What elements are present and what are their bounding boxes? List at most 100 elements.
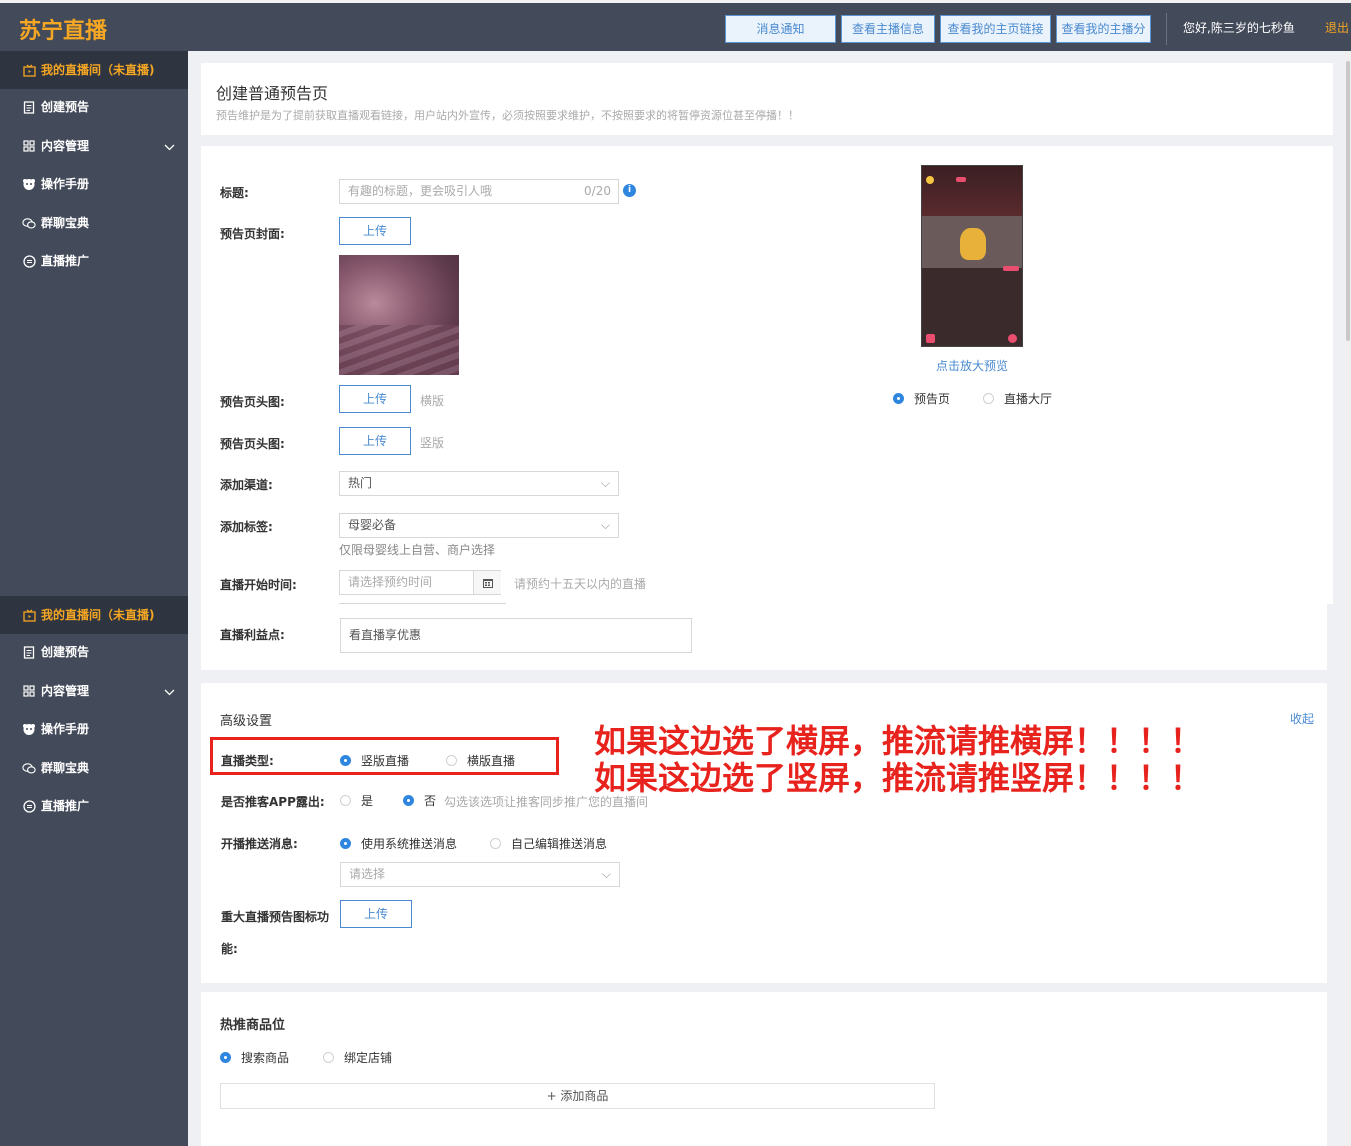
chevron-down-icon	[164, 128, 175, 166]
radio-label: 预告页	[914, 392, 951, 406]
chevron-down-icon: ⌵	[601, 867, 611, 881]
radio-label: 自己编辑推送消息	[511, 837, 608, 851]
add-product-button[interactable]: + 添加商品	[220, 1083, 935, 1109]
sidebar-item[interactable]: 内容管理	[0, 672, 188, 710]
chevron-down-icon: ⌵	[600, 518, 610, 532]
view-homepage-link-button[interactable]: 查看我的主页链接	[940, 15, 1051, 43]
head-image-h-label: 预告页头图:	[220, 395, 285, 409]
sidebar-item[interactable]: 群聊宝典	[0, 749, 188, 787]
sidebar-item[interactable]: 群聊宝典	[0, 204, 188, 242]
sidebar-item[interactable]: 创建预告	[0, 88, 188, 126]
hot-products-title: 热推商品位	[220, 1018, 286, 1033]
calendar-icon[interactable]	[473, 571, 501, 594]
radio-label: 绑定店铺	[344, 1051, 393, 1065]
push-message-label: 开播推送消息:	[221, 837, 298, 851]
user-greeting: 您好,陈三岁的七秒鱼	[1183, 21, 1295, 35]
chevron-down-icon	[164, 673, 175, 711]
sidebar-item-label: 我的直播间（未直播)	[41, 63, 155, 77]
logout-link[interactable]: 退出	[1325, 19, 1349, 36]
sidebar-item-label: 直播推广	[41, 254, 90, 268]
radio-icon	[340, 795, 351, 806]
head-image-h-hint: 横版	[420, 394, 445, 408]
sidebar-item-label: 创建预告	[41, 100, 90, 114]
major-live-label: 重大直播预告图标功	[221, 910, 330, 924]
top-header: 苏宁直播 消息通知 查看主播信息 查看我的主页链接 查看我的主播分 您好,陈三岁…	[0, 0, 1351, 51]
push-option-system[interactable]: 使用系统推送消息	[340, 835, 457, 852]
zoom-preview-link[interactable]: 点击放大预览	[936, 357, 1008, 374]
sidebar-item[interactable]: 内容管理	[0, 127, 188, 165]
scrollbar[interactable]	[1345, 51, 1351, 1146]
sidebar-item-label: 操作手册	[41, 177, 90, 191]
radio-icon	[983, 393, 994, 404]
sidebar-item-label: 内容管理	[41, 684, 90, 698]
cover-label: 预告页封面:	[220, 227, 285, 241]
promote-icon	[22, 254, 36, 268]
preview-phone[interactable]	[921, 165, 1023, 347]
info-icon[interactable]: i	[623, 184, 636, 197]
app-exposure-no[interactable]: 否	[403, 792, 436, 809]
view-anchor-score-button[interactable]: 查看我的主播分	[1056, 15, 1151, 43]
manual-icon	[22, 722, 36, 736]
benefit-value: 看直播享优惠	[349, 628, 422, 642]
app-logo[interactable]: 苏宁直播	[19, 13, 107, 45]
app-exposure-yes[interactable]: 是	[340, 792, 373, 809]
divider	[339, 603, 506, 604]
sidebar-item-label: 群聊宝典	[41, 761, 90, 775]
sidebar-item-label: 操作手册	[41, 722, 90, 736]
channel-select[interactable]: 热门 ⌵	[339, 471, 619, 496]
manual-icon	[22, 177, 36, 191]
preview-option-hall[interactable]: 直播大厅	[983, 390, 1052, 407]
push-option-custom[interactable]: 自己编辑推送消息	[490, 835, 607, 852]
radio-icon	[403, 795, 414, 806]
major-live-label-cont: 能:	[221, 942, 238, 956]
sidebar-item[interactable]: 直播推广	[0, 242, 188, 280]
cover-upload-button[interactable]: 上传	[339, 217, 411, 245]
sidebar-item[interactable]: 操作手册	[0, 165, 188, 203]
radio-label: 直播大厅	[1004, 392, 1053, 406]
tv-icon	[22, 608, 36, 622]
title-panel	[201, 63, 1333, 135]
radio-icon	[323, 1052, 334, 1063]
tag-select[interactable]: 母婴必备 ⌵	[339, 513, 619, 538]
start-time-placeholder: 请选择预约时间	[348, 575, 433, 589]
sidebar-item[interactable]: 创建预告	[0, 633, 188, 671]
push-message-select[interactable]: 请选择 ⌵	[340, 862, 620, 887]
sidebar-item[interactable]: 直播推广	[0, 787, 188, 825]
hot-option-bind-shop[interactable]: 绑定店铺	[323, 1049, 392, 1066]
sidebar-item-label: 群聊宝典	[41, 216, 90, 230]
grid-icon	[22, 684, 36, 698]
title-label: 标题:	[220, 186, 249, 200]
page-title: 创建普通预告页	[216, 84, 329, 103]
scrollbar-thumb[interactable]	[1346, 61, 1350, 341]
document-icon	[22, 645, 36, 659]
head-image-v-upload-button[interactable]: 上传	[339, 427, 411, 455]
sidebar-item[interactable]: 我的直播间（未直播)	[0, 51, 188, 89]
cover-image	[339, 255, 459, 375]
benefit-input[interactable]: 看直播享优惠	[340, 618, 692, 653]
push-select-placeholder: 请选择	[349, 867, 386, 881]
advanced-title: 高级设置	[220, 714, 273, 729]
tag-label: 添加标签:	[220, 520, 273, 534]
promote-icon	[22, 799, 36, 813]
sidebar-item[interactable]: 操作手册	[0, 710, 188, 748]
major-live-upload-button[interactable]: 上传	[340, 900, 412, 928]
collapse-link[interactable]: 收起	[1290, 710, 1314, 727]
head-image-h-upload-button[interactable]: 上传	[339, 385, 411, 413]
view-anchor-info-button[interactable]: 查看主播信息	[841, 15, 935, 43]
chat-icon	[22, 216, 36, 230]
title-placeholder: 有趣的标题，更会吸引人哦	[348, 184, 493, 198]
notifications-button[interactable]: 消息通知	[725, 15, 836, 43]
sidebar-item-label: 内容管理	[41, 139, 90, 153]
head-image-v-hint: 竖版	[420, 436, 445, 450]
preview-option-announce[interactable]: 预告页	[893, 390, 950, 407]
sidebar-item[interactable]: 我的直播间（未直播)	[0, 596, 188, 634]
benefit-label: 直播利益点:	[220, 628, 285, 642]
title-char-count: 0/20	[584, 184, 611, 198]
title-input[interactable]: 有趣的标题，更会吸引人哦 0/20	[339, 179, 619, 204]
page-note: 预告维护是为了提前获取直播观看链接，用户站内外宣传，必须按照要求维护，不按照要求…	[216, 109, 799, 122]
sidebar-item-label: 我的直播间（未直播)	[41, 608, 155, 622]
hot-option-search[interactable]: 搜索商品	[220, 1049, 289, 1066]
channel-label: 添加渠道:	[220, 478, 273, 492]
highlight-box	[210, 737, 559, 775]
annotation-line-2: 如果这边选了竖屏，推流请推竖屏！！！！	[594, 759, 1203, 797]
